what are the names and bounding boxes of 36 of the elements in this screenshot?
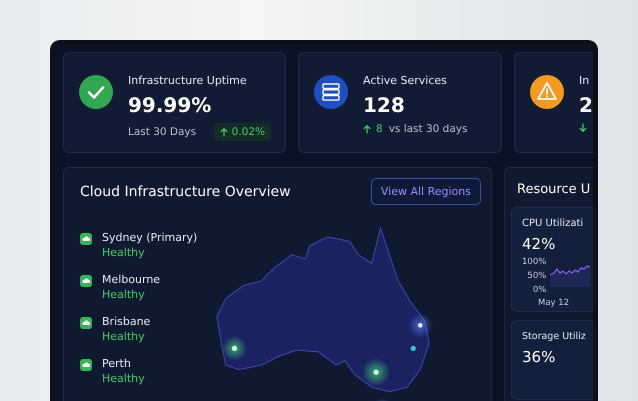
axis-label: 0% <box>532 285 546 295</box>
server-icon <box>313 74 349 110</box>
region-name: Perth <box>102 357 132 370</box>
card-value: 99.99% <box>128 93 212 117</box>
card-caption: Last 30 Days <box>128 126 196 138</box>
cloud-icon <box>80 317 92 329</box>
card-title: In <box>579 74 590 87</box>
region-name: Brisbane <box>102 315 150 328</box>
axis-label: 50% <box>527 271 546 281</box>
cloud-icon <box>80 233 92 245</box>
metric-value: 36% <box>522 348 556 366</box>
metric-value: 42% <box>522 235 556 253</box>
card-caption: vs last 30 days <box>388 123 468 135</box>
region-status: Healthy <box>102 246 146 259</box>
region-status: Healthy <box>102 288 146 301</box>
axis-date: May 12 <box>538 298 570 308</box>
warning-icon <box>529 74 565 110</box>
region-name: Sydney (Primary) <box>102 231 198 244</box>
card-title: Infrastructure Uptime <box>128 74 248 87</box>
panel-title: Cloud Infrastructure Overview <box>80 184 291 200</box>
card-value: 2 <box>579 93 593 117</box>
delta-value: 8 <box>376 123 383 135</box>
region-name: Melbourne <box>102 273 160 286</box>
cloud-icon <box>80 359 92 371</box>
axis-label: 100% <box>522 257 546 267</box>
card-value: 128 <box>363 93 406 117</box>
cloud-icon <box>80 275 92 287</box>
metric-title: Storage Utiliz <box>522 331 587 342</box>
view-all-regions-button[interactable]: View All Regions <box>370 178 481 205</box>
panel-title: Resource U <box>517 182 592 197</box>
region-status: Healthy <box>102 330 146 343</box>
metric-title: CPU Utilizati <box>522 218 584 229</box>
card-title: Active Services <box>363 74 448 87</box>
delta-value: 0.02% <box>232 126 265 138</box>
region-status: Healthy <box>102 372 145 385</box>
checkmark-icon <box>78 74 114 110</box>
